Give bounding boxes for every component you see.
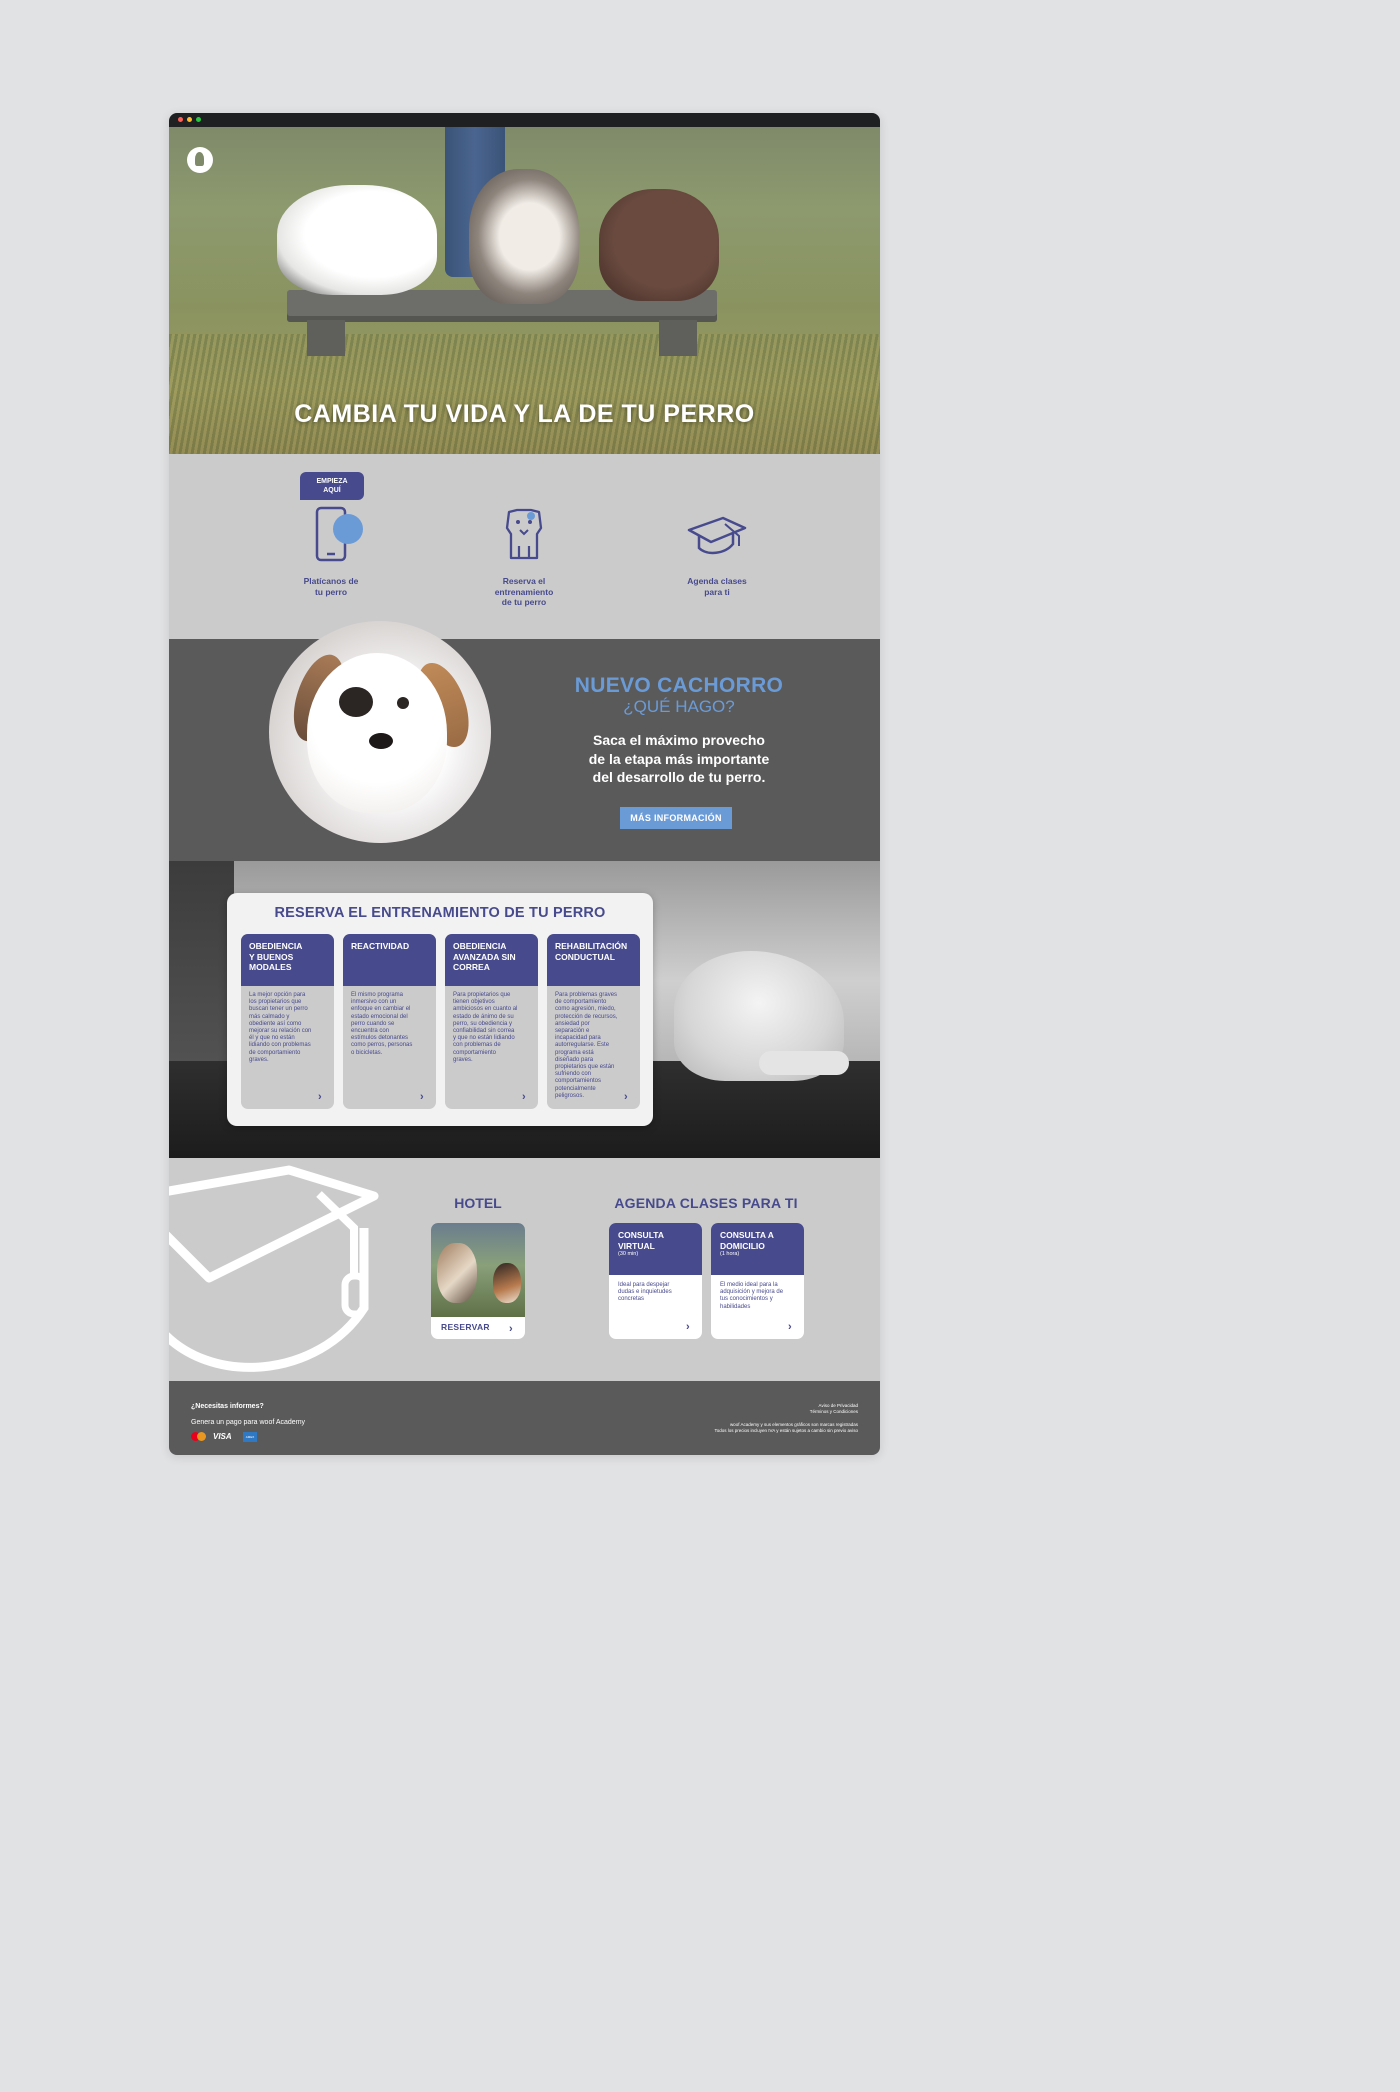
- step-label: Platícanos de tu perro: [303, 576, 359, 597]
- training-card-advanced-offleash[interactable]: OBEDIENCIA AVANZADA SIN CORREA Para prop…: [445, 934, 538, 1109]
- class-card-header: CONSULTA A DOMICILIO (1 hora): [711, 1223, 804, 1275]
- footer-payment-link[interactable]: Genera un pago para woof Academy: [191, 1419, 305, 1426]
- chevron-right-icon[interactable]: ›: [522, 1091, 530, 1103]
- puppy-photo: [269, 621, 491, 843]
- chevron-right-icon[interactable]: ›: [509, 1323, 517, 1335]
- training-dog-leg: [759, 1051, 849, 1075]
- more-info-button[interactable]: MÁS INFORMACIÓN: [620, 807, 732, 829]
- graduation-cap-icon: [687, 516, 747, 555]
- class-card-text: Ideal para despejar dudas e inquietudes …: [618, 1282, 672, 1303]
- class-card-text: El medio ideal para la adquisición y mej…: [720, 1282, 784, 1310]
- browser-window: CAMBIA TU VIDA Y LA DE TU PERRO EMPIEZA …: [169, 113, 880, 1455]
- class-card-virtual[interactable]: CONSULTA VIRTUAL (30 min) Ideal para des…: [609, 1223, 702, 1339]
- hotel-card[interactable]: RESERVAR ›: [431, 1223, 525, 1339]
- footer-legal-links[interactable]: Aviso de Privacidad Términos y Condicion…: [810, 1403, 858, 1414]
- close-window-icon[interactable]: [178, 117, 183, 122]
- training-card-text: La mejor opción para los propietarios qu…: [249, 992, 312, 1063]
- puppy-title: NUEVO CACHORRO: [574, 674, 784, 697]
- class-card-title: CONSULTA VIRTUAL: [618, 1230, 664, 1251]
- class-card-title: CONSULTA A DOMICILIO: [720, 1230, 774, 1251]
- training-card-rehabilitation[interactable]: REHABILITACIÓN CONDUCTUAL Para problemas…: [547, 934, 640, 1109]
- hotel-classes-section: HOTEL RESERVAR › AGENDA CLASES PARA TI C…: [169, 1158, 880, 1381]
- chevron-right-icon[interactable]: ›: [624, 1091, 632, 1103]
- maximize-window-icon[interactable]: [196, 117, 201, 122]
- puppy-description: Saca el máximo provecho de la etapa más …: [588, 732, 770, 785]
- puppy-eye: [397, 697, 409, 709]
- hero-section: CAMBIA TU VIDA Y LA DE TU PERRO: [169, 127, 880, 454]
- training-card-title: OBEDIENCIA AVANZADA SIN CORREA: [445, 934, 538, 986]
- training-panel: RESERVA EL ENTRENAMIENTO DE TU PERRO OBE…: [227, 893, 653, 1126]
- class-card-duration: (1 hora): [720, 1251, 740, 1257]
- class-card-duration: (30 min): [618, 1251, 639, 1257]
- training-card-title: REHABILITACIÓN CONDUCTUAL: [547, 934, 640, 986]
- chevron-right-icon[interactable]: ›: [420, 1091, 428, 1103]
- training-title: RESERVA EL ENTRENAMIENTO DE TU PERRO: [274, 905, 606, 921]
- hero-title: CAMBIA TU VIDA Y LA DE TU PERRO: [294, 400, 755, 428]
- training-card-reactivity[interactable]: REACTIVIDAD El mismo programa inmersivo …: [343, 934, 436, 1109]
- chevron-right-icon[interactable]: ›: [788, 1321, 796, 1333]
- woof-academy-logo[interactable]: [187, 147, 213, 173]
- hotel-photo: [431, 1223, 525, 1317]
- classes-title: AGENDA CLASES PARA TI: [614, 1195, 798, 1211]
- steps-section: EMPIEZA AQUÍ Platícanos de tu perro Rese…: [169, 454, 880, 639]
- training-card-text: Para propietarios que tienen objetivos a…: [453, 992, 518, 1063]
- training-card-text: Para problemas graves de comportamiento …: [555, 992, 618, 1099]
- graduation-cap-decoration-icon: [169, 1165, 379, 1372]
- new-puppy-section: NUEVO CACHORRO ¿QUÉ HAGO? Saca el máximo…: [169, 621, 880, 861]
- dog-icon: [505, 508, 543, 560]
- hero-bench-leg: [307, 320, 345, 356]
- training-card-title: REACTIVIDAD: [343, 934, 436, 986]
- hero-dog-brown: [599, 189, 719, 301]
- training-card-text: El mismo programa inmersivo con un enfoq…: [351, 992, 413, 1056]
- puppy-nose: [369, 733, 393, 749]
- window-titlebar: [169, 113, 880, 127]
- hotel-dog: [437, 1243, 477, 1303]
- reserve-button[interactable]: RESERVAR: [441, 1322, 490, 1332]
- hotel-title: HOTEL: [454, 1195, 502, 1211]
- visa-icon: VISA: [213, 1432, 232, 1441]
- footer-legal-text: woof Academy y sus elementos gráficos so…: [714, 1422, 859, 1433]
- training-card-obedience[interactable]: OBEDIENCIA Y BUENOS MODALES La mejor opc…: [241, 934, 334, 1109]
- footer: ¿Necesitas informes? Genera un pago para…: [169, 1381, 880, 1455]
- class-card-header: CONSULTA VIRTUAL (30 min): [609, 1223, 702, 1275]
- training-card-title: OBEDIENCIA Y BUENOS MODALES: [241, 934, 334, 986]
- hero-dog-white: [277, 185, 437, 295]
- smartphone-chat-icon: [315, 506, 363, 562]
- hero-bench-leg: [659, 320, 697, 356]
- step-label: Reserva el entrenamiento de tu perro: [494, 576, 554, 607]
- chevron-right-icon[interactable]: ›: [318, 1091, 326, 1103]
- step-label: Agenda clases para ti: [687, 576, 747, 597]
- minimize-window-icon[interactable]: [187, 117, 192, 122]
- hotel-dog: [493, 1263, 521, 1303]
- amex-icon: AMEX: [243, 1432, 257, 1442]
- hero-dog-husky: [469, 169, 579, 304]
- puppy-eye-patch: [339, 687, 373, 717]
- start-here-badge: EMPIEZA AQUÍ: [300, 472, 364, 500]
- chevron-right-icon[interactable]: ›: [686, 1321, 694, 1333]
- training-section: RESERVA EL ENTRENAMIENTO DE TU PERRO OBE…: [169, 861, 880, 1158]
- mastercard-icon: [197, 1432, 206, 1441]
- hero-grass: [169, 334, 880, 454]
- class-card-home[interactable]: CONSULTA A DOMICILIO (1 hora) El medio i…: [711, 1223, 804, 1339]
- puppy-subtitle: ¿QUÉ HAGO?: [623, 697, 735, 716]
- footer-question[interactable]: ¿Necesitas informes?: [191, 1403, 264, 1410]
